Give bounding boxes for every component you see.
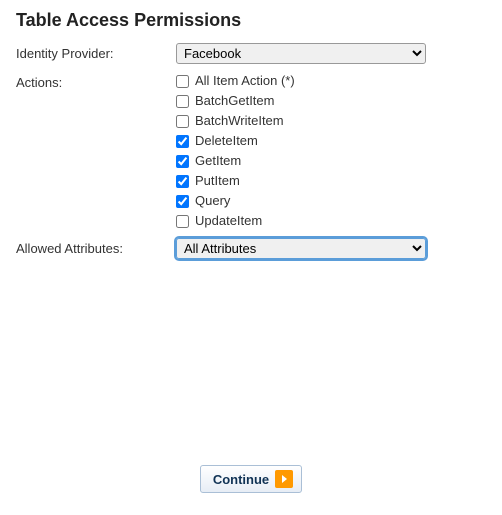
action-checkbox[interactable] — [176, 75, 189, 88]
action-label: UpdateItem — [195, 212, 262, 230]
action-item[interactable]: GetItem — [176, 152, 486, 170]
continue-button[interactable]: Continue — [200, 465, 302, 493]
action-checkbox[interactable] — [176, 115, 189, 128]
action-label: All Item Action (*) — [195, 72, 295, 90]
action-label: BatchWriteItem — [195, 112, 284, 130]
action-checkbox[interactable] — [176, 95, 189, 108]
actions-list: All Item Action (*) BatchGetItem BatchWrit… — [176, 72, 486, 230]
action-label: PutItem — [195, 172, 240, 190]
action-label: GetItem — [195, 152, 241, 170]
action-item[interactable]: DeleteItem — [176, 132, 486, 150]
action-item[interactable]: UpdateItem — [176, 212, 486, 230]
action-checkbox[interactable] — [176, 215, 189, 228]
action-label: Query — [195, 192, 230, 210]
actions-label: Actions: — [16, 72, 176, 90]
actions-row: Actions: All Item Action (*) BatchGetItem… — [16, 72, 486, 230]
action-checkbox[interactable] — [176, 155, 189, 168]
action-label: BatchGetItem — [195, 92, 274, 110]
allowed-attributes-row: Allowed Attributes: All Attributes — [16, 238, 486, 259]
allowed-attributes-select[interactable]: All Attributes — [176, 238, 426, 259]
allowed-attributes-label: Allowed Attributes: — [16, 238, 176, 256]
action-checkbox[interactable] — [176, 135, 189, 148]
action-item[interactable]: BatchWriteItem — [176, 112, 486, 130]
action-label: DeleteItem — [195, 132, 258, 150]
action-item[interactable]: Query — [176, 192, 486, 210]
identity-provider-label: Identity Provider: — [16, 43, 176, 61]
action-item[interactable]: All Item Action (*) — [176, 72, 486, 90]
continue-button-label: Continue — [213, 472, 269, 487]
action-item[interactable]: PutItem — [176, 172, 486, 190]
identity-provider-select[interactable]: Facebook — [176, 43, 426, 64]
arrow-right-icon — [275, 470, 293, 488]
page-title: Table Access Permissions — [16, 10, 486, 31]
identity-provider-row: Identity Provider: Facebook — [16, 43, 486, 64]
action-item[interactable]: BatchGetItem — [176, 92, 486, 110]
action-checkbox[interactable] — [176, 175, 189, 188]
action-checkbox[interactable] — [176, 195, 189, 208]
